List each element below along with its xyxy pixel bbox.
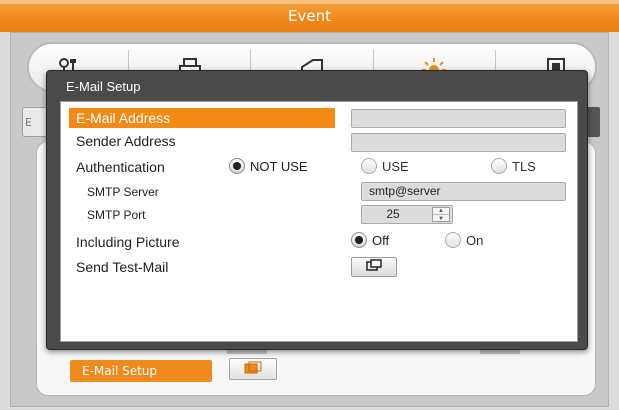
radio-unselected-icon: [491, 158, 507, 174]
event-title-bar: Event: [0, 0, 619, 32]
dialog-body: E-Mail Address Sender Address Authentica…: [60, 101, 578, 342]
send-test-mail-button[interactable]: [351, 257, 397, 277]
sender-address-label[interactable]: Sender Address: [76, 133, 176, 149]
email-setup-open-button[interactable]: [229, 358, 277, 380]
radio-unselected-icon: [361, 158, 377, 174]
event-title: Event: [288, 7, 331, 25]
stepper-up-icon[interactable]: ▲: [433, 208, 449, 215]
smtp-server-field[interactable]: smtp@server: [361, 182, 566, 201]
smtp-port-value[interactable]: 25: [362, 206, 424, 223]
dialog-title: E-Mail Setup: [66, 79, 141, 94]
window-icon: [244, 360, 262, 379]
including-picture-label: Including Picture: [76, 234, 180, 250]
radio-unselected-icon: [445, 232, 461, 248]
email-setup-button[interactable]: E-Mail Setup: [70, 360, 212, 382]
copy-window-icon: [366, 258, 382, 276]
email-setup-dialog: E-Mail Setup E-Mail Address Sender Addre…: [46, 70, 588, 350]
radio-selected-icon: [229, 158, 245, 174]
auth-not-use-radio[interactable]: NOT USE: [229, 158, 308, 174]
stepper-down-icon[interactable]: ▼: [433, 215, 449, 222]
email-address-label[interactable]: E-Mail Address: [69, 108, 335, 128]
send-test-mail-label: Send Test-Mail: [76, 259, 169, 275]
authentication-label: Authentication: [76, 159, 165, 175]
picture-on-radio[interactable]: On: [445, 232, 483, 248]
radio-selected-icon: [351, 232, 367, 248]
port-stepper-buttons[interactable]: ▲ ▼: [432, 207, 450, 222]
auth-tls-radio[interactable]: TLS: [491, 158, 536, 174]
smtp-port-label: SMTP Port: [87, 208, 146, 222]
smtp-server-label: SMTP Server: [87, 185, 159, 199]
sender-address-field[interactable]: [351, 133, 566, 152]
auth-use-radio[interactable]: USE: [361, 158, 409, 174]
picture-off-radio[interactable]: Off: [351, 232, 389, 248]
smtp-port-stepper[interactable]: 25 ▲ ▼: [361, 205, 453, 224]
email-address-field[interactable]: [351, 109, 566, 128]
